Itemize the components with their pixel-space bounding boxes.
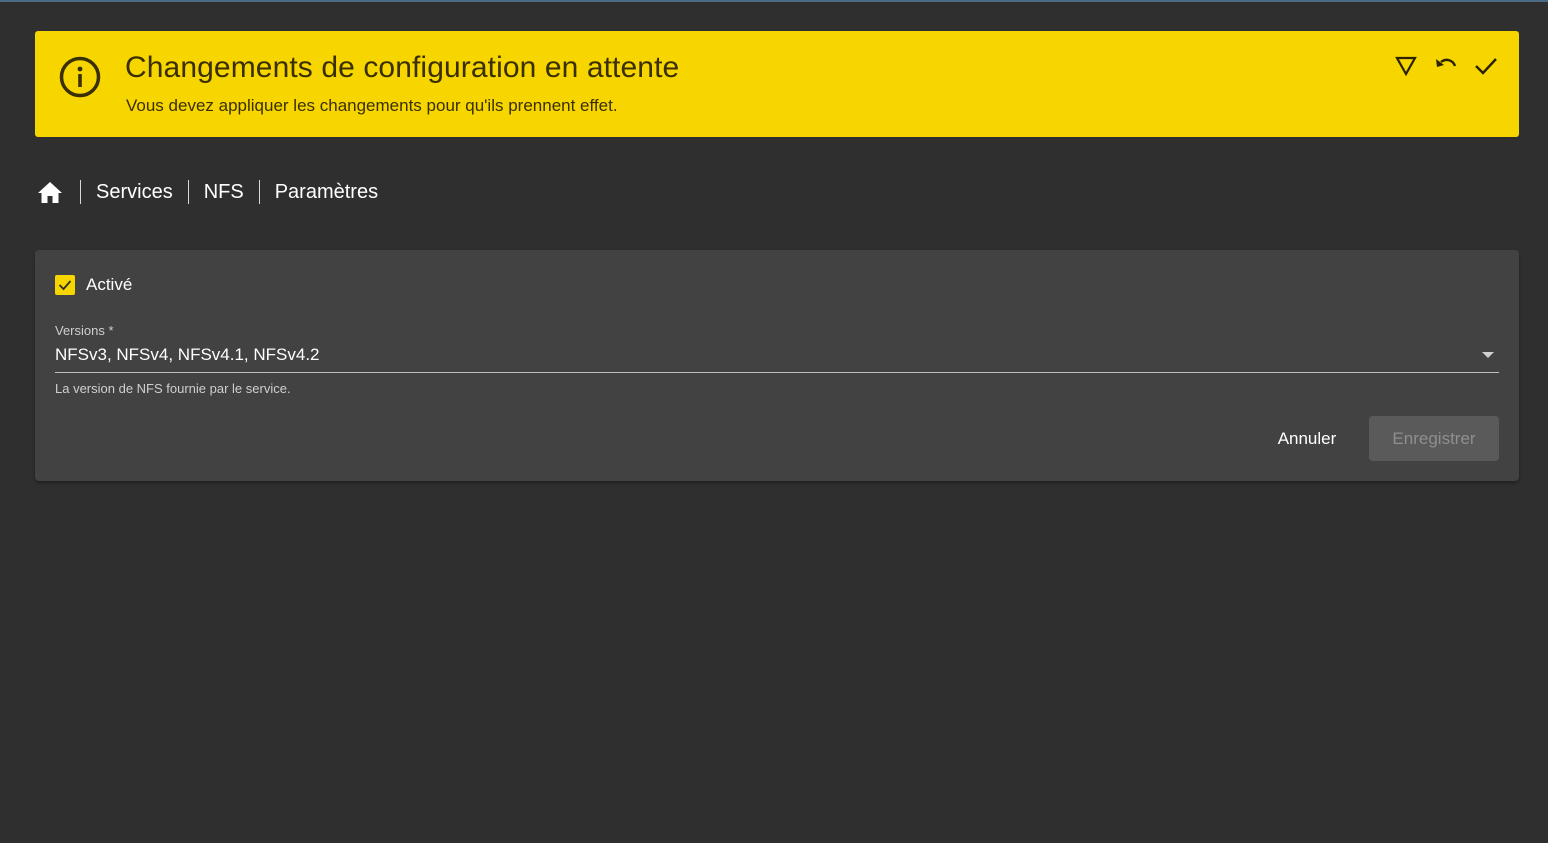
enabled-checkbox-row[interactable]: Activé — [55, 275, 132, 295]
versions-select[interactable]: NFSv3, NFSv4, NFSv4.1, NFSv4.2 — [55, 342, 1499, 373]
breadcrumb: Services NFS Paramètres — [37, 176, 393, 208]
save-button: Enregistrer — [1369, 416, 1499, 461]
banner-subtitle: Vous devez appliquer les changements pou… — [126, 96, 618, 115]
cancel-button[interactable]: Annuler — [1259, 416, 1355, 461]
banner-actions — [1393, 53, 1499, 79]
home-icon[interactable] — [37, 179, 63, 205]
nfs-settings-card: Activé Versions * NFSv3, NFSv4, NFSv4.1,… — [35, 250, 1519, 481]
enabled-checkbox[interactable] — [55, 275, 75, 295]
versions-value: NFSv3, NFSv4, NFSv4.1, NFSv4.2 — [55, 345, 320, 364]
filter-icon[interactable] — [1393, 53, 1419, 79]
pending-changes-banner: Changements de configuration en attente … — [35, 31, 1519, 137]
checkmark-icon — [58, 280, 72, 291]
info-icon — [58, 55, 102, 99]
versions-hint: La version de NFS fournie par le service… — [55, 381, 291, 396]
undo-icon[interactable] — [1433, 53, 1459, 79]
breadcrumb-item-settings[interactable]: Paramètres — [260, 181, 393, 204]
check-icon[interactable] — [1473, 53, 1499, 79]
breadcrumb-item-nfs[interactable]: NFS — [189, 181, 259, 204]
versions-label: Versions * — [55, 323, 114, 338]
window-top-border — [0, 0, 1548, 2]
dropdown-arrow-icon — [1482, 352, 1494, 358]
breadcrumb-item-services[interactable]: Services — [81, 181, 188, 204]
enabled-label: Activé — [86, 275, 133, 294]
banner-title: Changements de configuration en attente — [125, 51, 680, 84]
